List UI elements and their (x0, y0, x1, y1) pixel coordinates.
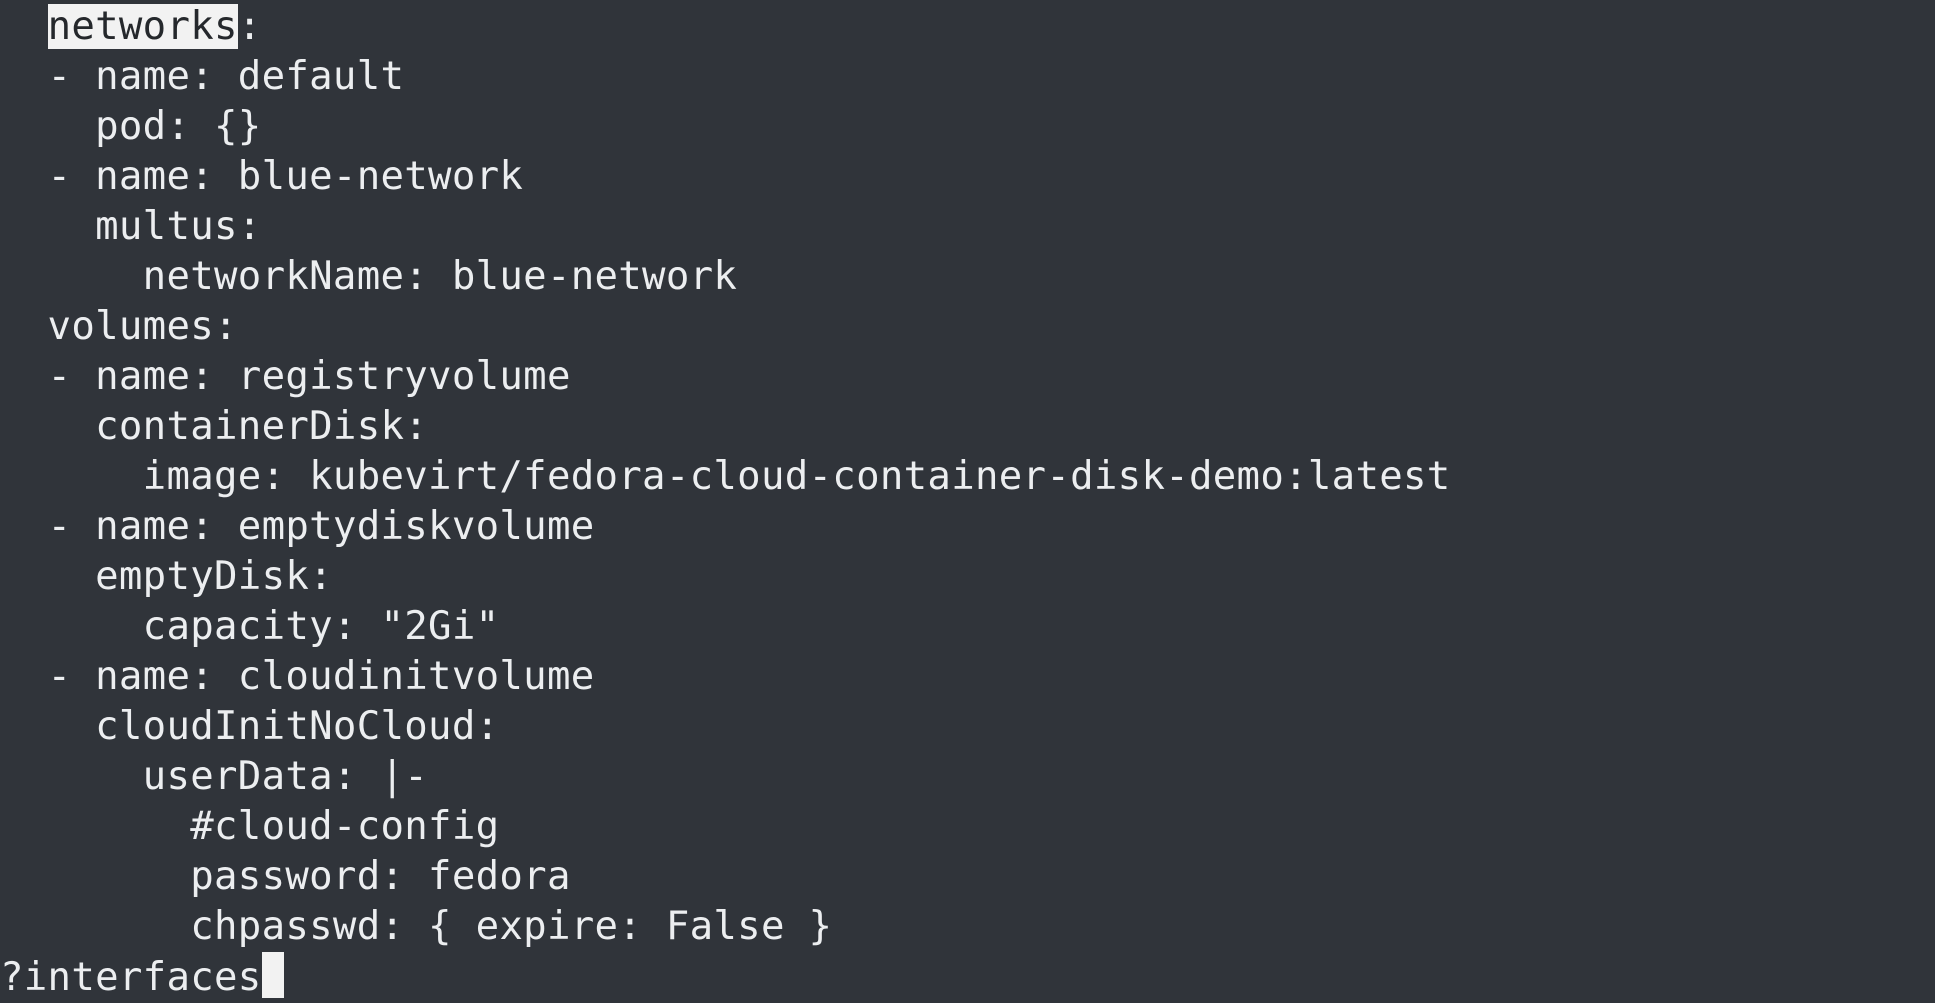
code-line: #cloud-config (0, 804, 500, 849)
search-match-highlight: networks (47, 4, 238, 49)
code-line: userData: |- (0, 754, 429, 799)
text-cursor (261, 952, 284, 998)
code-line: chpasswd: { expire: False } (0, 904, 833, 949)
line-networks: networks: (47, 4, 262, 49)
search-prompt-text: ?interfaces (0, 955, 262, 1000)
code-line: - name: emptydiskvolume (0, 504, 595, 549)
code-line: volumes: (0, 304, 238, 349)
search-prompt[interactable]: ?interfaces (0, 952, 284, 1002)
code-line: password: fedora (0, 854, 571, 899)
terminal-window[interactable]: networks: - name: default pod: {} - name… (0, 0, 1935, 1003)
code-line: containerDisk: (0, 404, 429, 449)
code-line: pod: {} (0, 104, 262, 149)
code-line: - name: blue-network (0, 154, 524, 199)
code-line: multus: (0, 204, 262, 249)
code-line: - name: cloudinitvolume (0, 654, 595, 699)
code-line: networkName: blue-network (0, 254, 738, 299)
code-line: image: kubevirt/fedora-cloud-container-d… (0, 454, 1451, 499)
code-line: emptyDisk: (0, 554, 333, 599)
code-line: - name: default (0, 54, 405, 99)
code-line: - name: registryvolume (0, 354, 571, 399)
code-line: capacity: "2Gi" (0, 604, 500, 649)
code-line: cloudInitNoCloud: (0, 704, 500, 749)
